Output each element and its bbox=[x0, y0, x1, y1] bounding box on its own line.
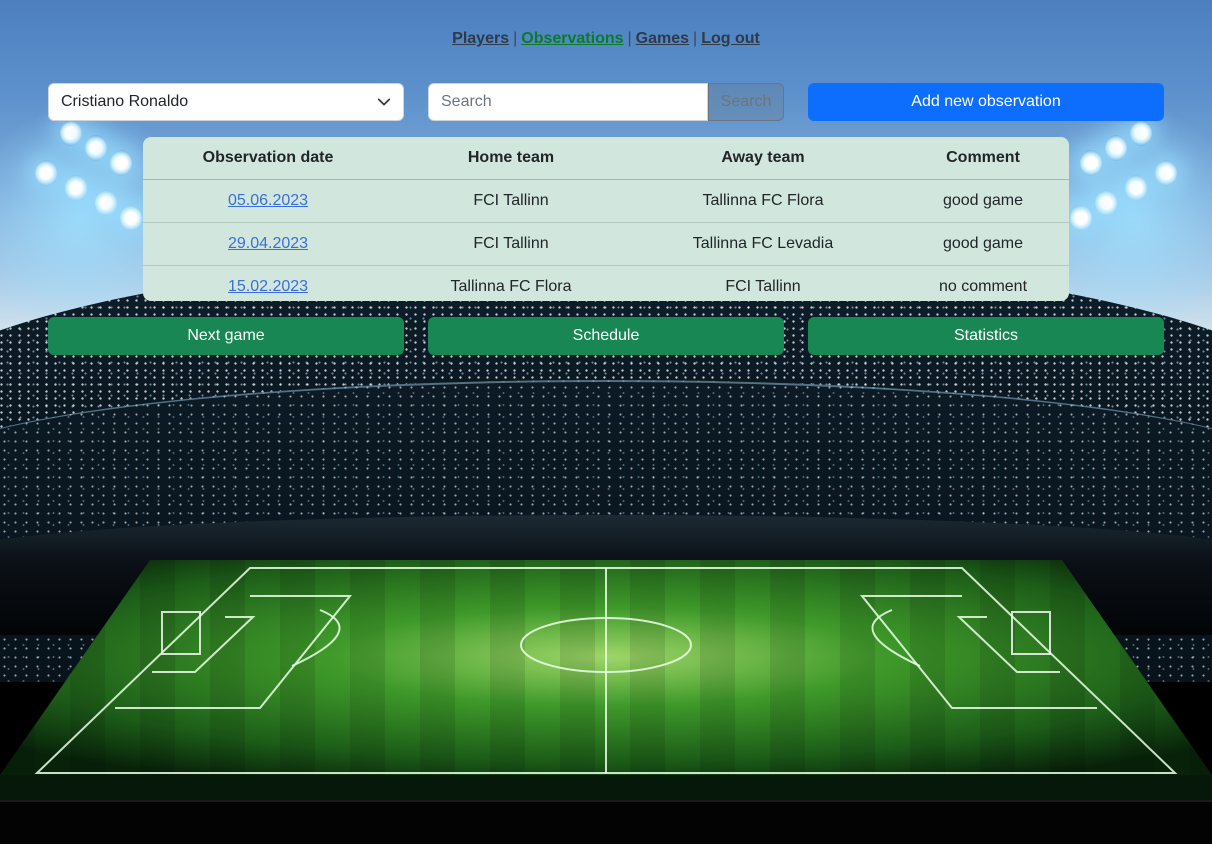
away-team-cell: Tallinna FC Levadia bbox=[629, 222, 897, 266]
comment-cell: no comment bbox=[938, 278, 1028, 295]
nav-separator: | bbox=[693, 30, 698, 47]
next-game-button[interactable]: Next game bbox=[48, 317, 404, 355]
nav-players-link[interactable]: Players bbox=[452, 30, 509, 47]
nav-observations-link[interactable]: Observations bbox=[521, 30, 623, 47]
observations-table: Observation date Home team Away team Com… bbox=[143, 137, 1069, 301]
observation-date-link[interactable]: 29.04.2023 bbox=[228, 235, 308, 252]
home-team-cell: Tallinna FC Flora bbox=[450, 278, 572, 295]
top-navigation: Players | Observations | Games | Log out bbox=[0, 30, 1212, 48]
nav-separator: | bbox=[627, 30, 632, 47]
search-button[interactable]: Search bbox=[708, 83, 784, 121]
table-header-row: Observation date Home team Away team Com… bbox=[143, 137, 1069, 180]
table-row: 15.02.2023 Tallinna FC Flora FCI Tallinn… bbox=[143, 266, 1069, 302]
date-cell: 05.06.2023 bbox=[143, 179, 393, 223]
chevron-down-icon bbox=[377, 98, 391, 106]
football-pitch bbox=[0, 560, 1212, 805]
nav-games-link[interactable]: Games bbox=[636, 30, 689, 47]
player-select-value: Cristiano Ronaldo bbox=[61, 93, 189, 110]
column-header-away-team: Away team bbox=[629, 137, 897, 180]
stadium-background bbox=[0, 0, 1212, 844]
comment-cell: good game bbox=[897, 222, 1069, 266]
search-input[interactable] bbox=[428, 83, 708, 121]
date-cell: 15.02.2023 bbox=[143, 266, 393, 302]
observation-date-link[interactable]: 15.02.2023 bbox=[228, 278, 308, 295]
search-group: Search bbox=[428, 83, 784, 121]
nav-separator: | bbox=[513, 30, 518, 47]
observation-date-link[interactable]: 05.06.2023 bbox=[228, 192, 308, 209]
statistics-button[interactable]: Statistics bbox=[808, 317, 1164, 355]
column-header-comment: Comment bbox=[897, 137, 1069, 180]
player-select[interactable]: Cristiano Ronaldo bbox=[48, 83, 404, 121]
page-footer-strip bbox=[0, 800, 1212, 844]
nav-logout-link[interactable]: Log out bbox=[701, 30, 760, 47]
column-header-observation-date: Observation date bbox=[143, 137, 393, 180]
home-team-cell: FCI Tallinn bbox=[393, 222, 629, 266]
date-cell: 29.04.2023 bbox=[143, 222, 393, 266]
table-row: 29.04.2023 FCI Tallinn Tallinna FC Levad… bbox=[143, 222, 1069, 266]
column-header-home-team: Home team bbox=[393, 137, 629, 180]
table-row: 05.06.2023 FCI Tallinn Tallinna FC Flora… bbox=[143, 179, 1069, 223]
comment-cell: good game bbox=[897, 179, 1069, 223]
away-team-cell: FCI Tallinn bbox=[725, 278, 801, 295]
add-new-observation-button[interactable]: Add new observation bbox=[808, 83, 1164, 121]
away-team-cell: Tallinna FC Flora bbox=[629, 179, 897, 223]
schedule-button[interactable]: Schedule bbox=[428, 317, 784, 355]
home-team-cell: FCI Tallinn bbox=[393, 179, 629, 223]
